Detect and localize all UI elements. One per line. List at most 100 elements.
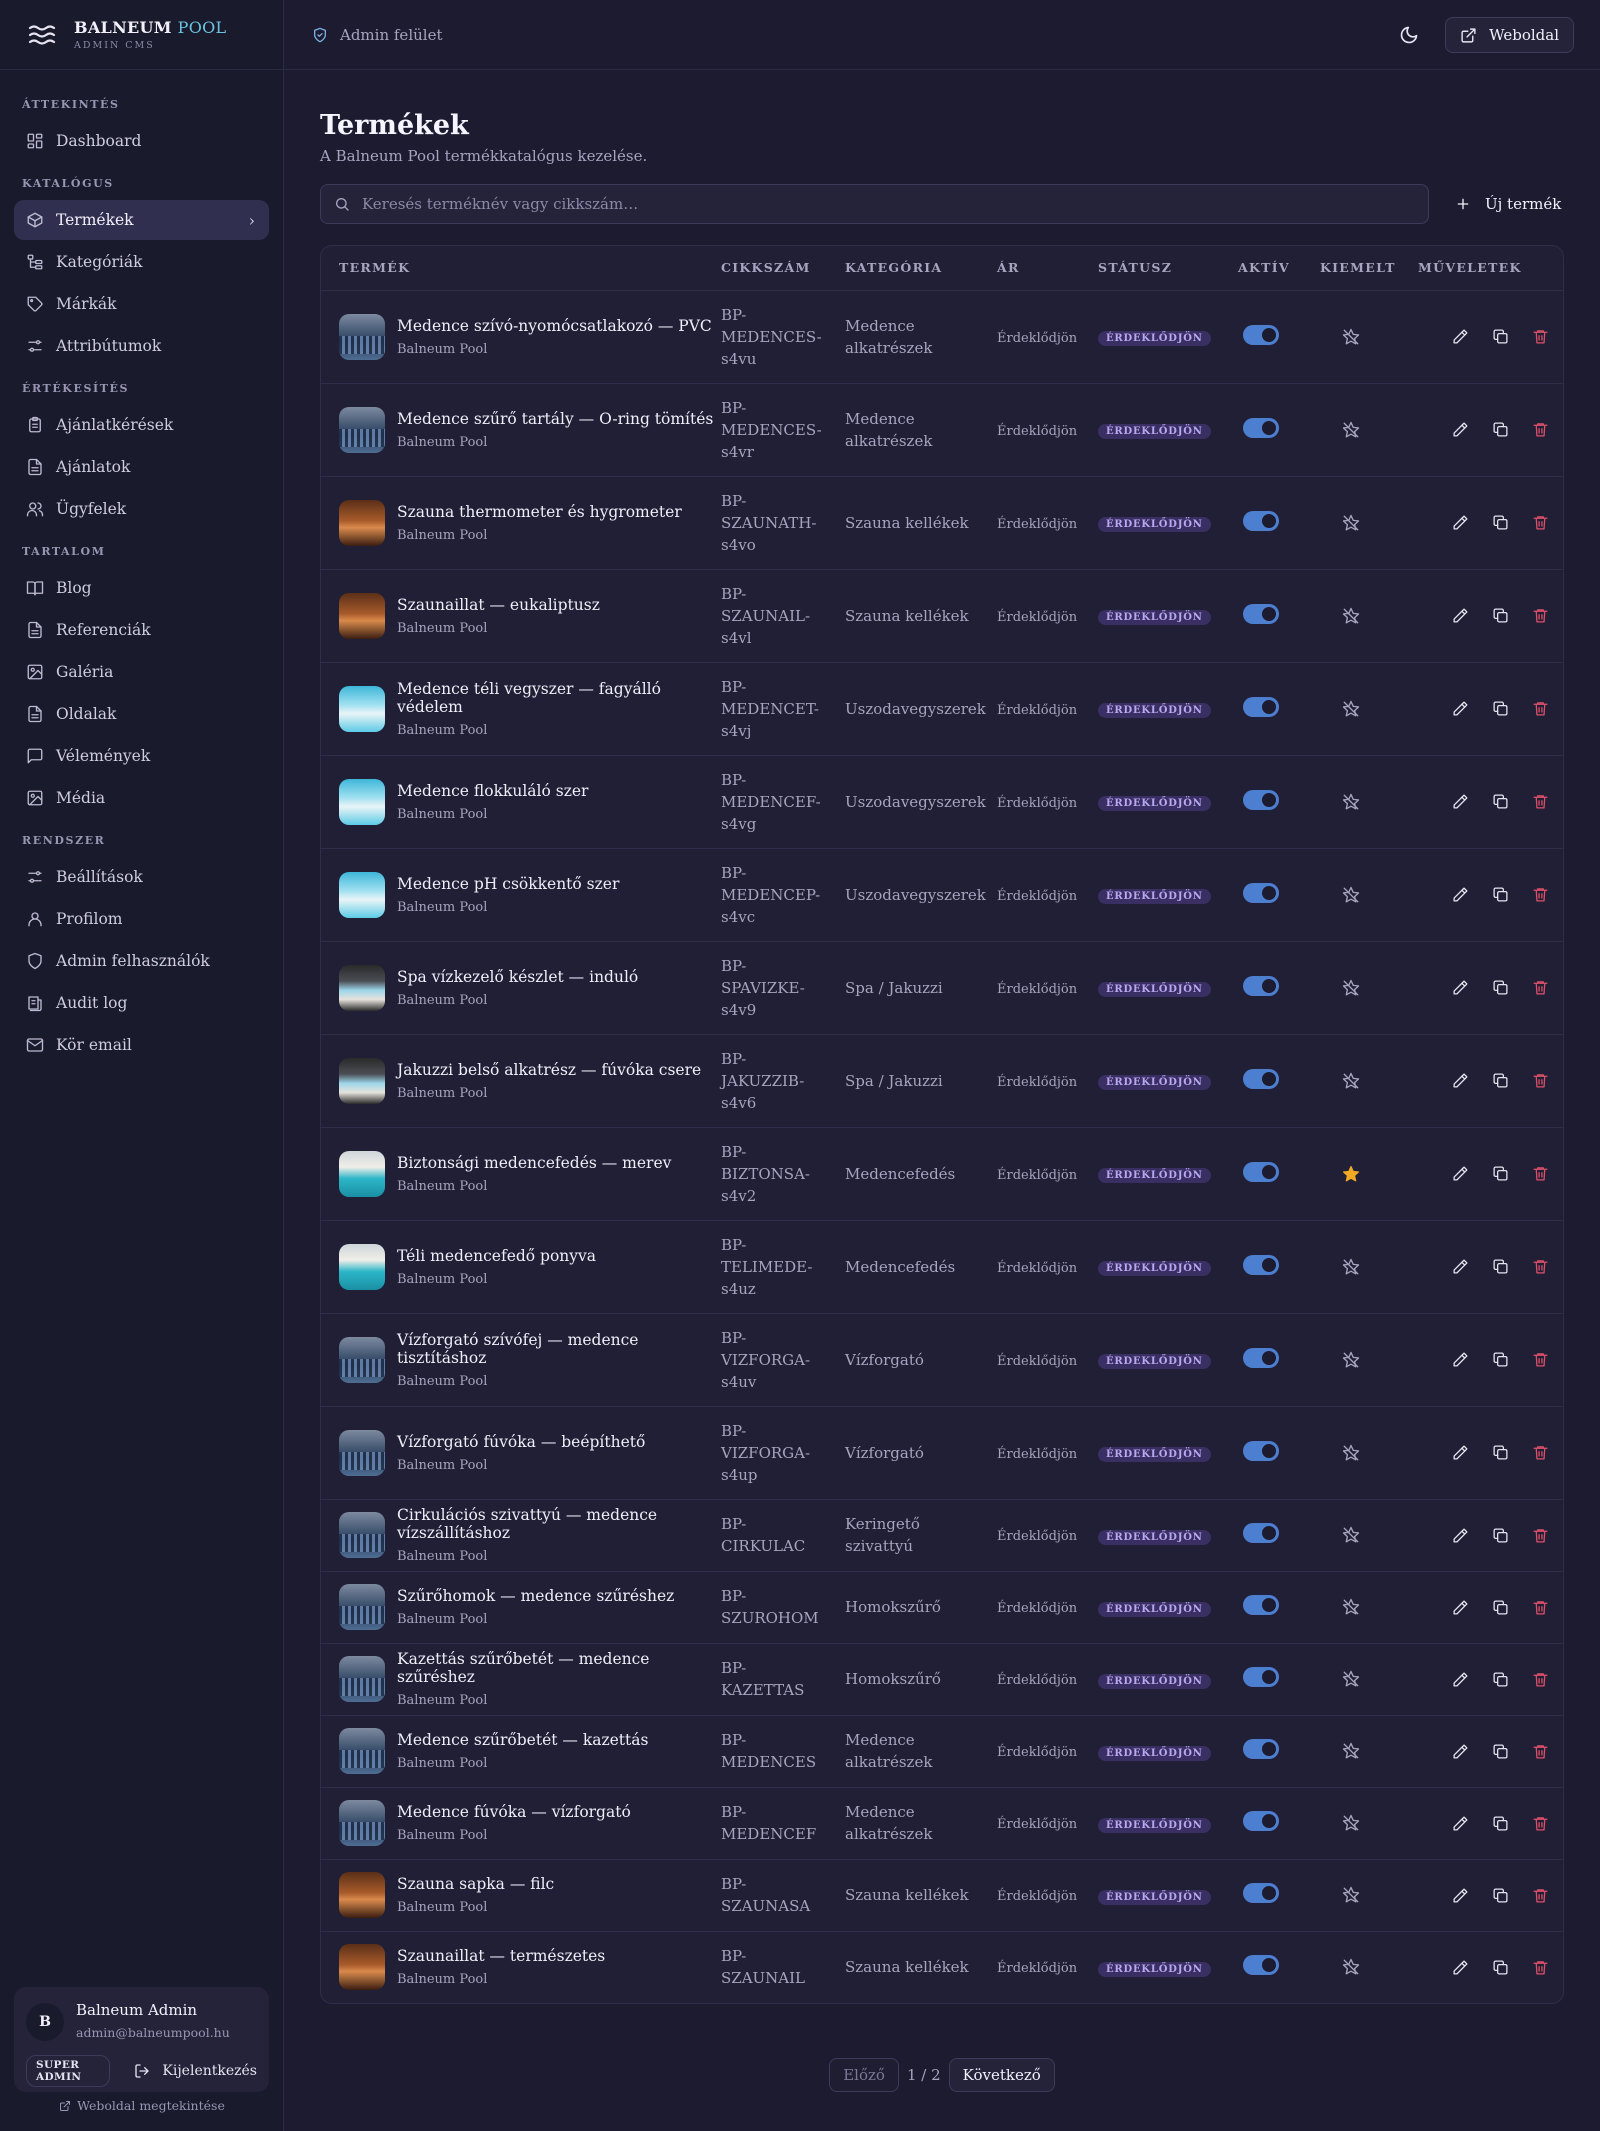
featured-toggle[interactable]	[1320, 1886, 1418, 1904]
product-name[interactable]: Medence flokkuláló szer	[397, 782, 588, 800]
next-page-button[interactable]: Következő	[948, 2058, 1055, 2092]
trash-icon[interactable]	[1532, 1527, 1549, 1544]
product-name[interactable]: Szauna thermometer és hygrometer	[397, 503, 682, 521]
active-toggle[interactable]	[1243, 603, 1279, 624]
table-row[interactable]: Medence pH csökkentő szer Balneum Pool B…	[321, 848, 1563, 942]
featured-toggle[interactable]	[1320, 1814, 1418, 1832]
sidebar-item-quotes[interactable]: Ajánlatok	[14, 447, 269, 487]
duplicate-icon[interactable]	[1492, 1072, 1509, 1089]
trash-icon[interactable]	[1532, 1671, 1549, 1688]
column-header-featured[interactable]: KIEMELT	[1320, 246, 1418, 291]
edit-icon[interactable]	[1452, 793, 1469, 810]
sidebar-item-media[interactable]: Média	[14, 778, 269, 818]
edit-icon[interactable]	[1452, 1351, 1469, 1368]
column-header-status[interactable]: STÁTUSZ	[1098, 246, 1238, 291]
trash-icon[interactable]	[1532, 793, 1549, 810]
table-row[interactable]: Szaunaillat — természetes Balneum Pool B…	[321, 1931, 1563, 2003]
duplicate-icon[interactable]	[1492, 1351, 1509, 1368]
trash-icon[interactable]	[1532, 421, 1549, 438]
trash-icon[interactable]	[1532, 1599, 1549, 1616]
duplicate-icon[interactable]	[1492, 886, 1509, 903]
featured-toggle[interactable]	[1320, 1670, 1418, 1688]
table-row[interactable]: Medence szűrőbetét — kazettás Balneum Po…	[321, 1715, 1563, 1788]
sidebar-item-audit-log[interactable]: Audit log	[14, 983, 269, 1023]
edit-icon[interactable]	[1452, 1959, 1469, 1976]
table-row[interactable]: Jakuzzi belső alkatrész — fúvóka csere B…	[321, 1034, 1563, 1128]
duplicate-icon[interactable]	[1492, 1743, 1509, 1760]
trash-icon[interactable]	[1532, 607, 1549, 624]
featured-toggle[interactable]	[1320, 793, 1418, 811]
active-toggle[interactable]	[1243, 1523, 1279, 1543]
edit-icon[interactable]	[1452, 1527, 1469, 1544]
table-row[interactable]: Vízforgató fúvóka — beépíthető Balneum P…	[321, 1406, 1563, 1500]
column-header-active[interactable]: AKTÍV	[1238, 246, 1320, 291]
sidebar-item-reviews[interactable]: Vélemények	[14, 736, 269, 776]
featured-toggle[interactable]	[1320, 1258, 1418, 1276]
featured-toggle[interactable]	[1320, 886, 1418, 904]
new-product-button[interactable]: Új termék	[1455, 195, 1561, 213]
featured-toggle[interactable]	[1320, 1444, 1418, 1462]
edit-icon[interactable]	[1452, 514, 1469, 531]
product-name[interactable]: Medence szűrő tartály — O-ring tömítés	[397, 410, 713, 428]
product-name[interactable]: Szűrőhomok — medence szűréshez	[397, 1587, 674, 1605]
search-box[interactable]	[320, 184, 1429, 224]
product-name[interactable]: Medence szűrőbetét — kazettás	[397, 1731, 648, 1749]
featured-toggle[interactable]	[1320, 1958, 1418, 1976]
trash-icon[interactable]	[1532, 1743, 1549, 1760]
edit-icon[interactable]	[1452, 1887, 1469, 1904]
trash-icon[interactable]	[1532, 1072, 1549, 1089]
active-toggle[interactable]	[1243, 1068, 1279, 1089]
column-header-product[interactable]: TERMÉK	[321, 246, 721, 291]
duplicate-icon[interactable]	[1492, 514, 1509, 531]
table-row[interactable]: Szauna thermometer és hygrometer Balneum…	[321, 476, 1563, 570]
active-toggle[interactable]	[1243, 1347, 1279, 1368]
trash-icon[interactable]	[1532, 1165, 1549, 1182]
duplicate-icon[interactable]	[1492, 1258, 1509, 1275]
table-row[interactable]: Szűrőhomok — medence szűréshez Balneum P…	[321, 1571, 1563, 1644]
active-toggle[interactable]	[1243, 975, 1279, 996]
active-toggle[interactable]	[1243, 789, 1279, 810]
moon-icon[interactable]	[1399, 25, 1419, 45]
sidebar-item-pages[interactable]: Oldalak	[14, 694, 269, 734]
trash-icon[interactable]	[1532, 1258, 1549, 1275]
table-row[interactable]: Téli medencefedő ponyva Balneum Pool BP-…	[321, 1220, 1563, 1314]
product-name[interactable]: Cirkulációs szivattyú — medence vízszáll…	[397, 1506, 721, 1542]
trash-icon[interactable]	[1532, 328, 1549, 345]
trash-icon[interactable]	[1532, 1444, 1549, 1461]
table-row[interactable]: Medence flokkuláló szer Balneum Pool BP-…	[321, 755, 1563, 849]
duplicate-icon[interactable]	[1492, 1527, 1509, 1544]
table-row[interactable]: Medence téli vegyszer — fagyálló védelem…	[321, 662, 1563, 756]
sidebar-item-admin-users[interactable]: Admin felhasználók	[14, 941, 269, 981]
featured-toggle[interactable]	[1320, 421, 1418, 439]
featured-toggle[interactable]	[1320, 328, 1418, 346]
website-button[interactable]: Weboldal	[1445, 17, 1574, 53]
sidebar-item-settings[interactable]: Beállítások	[14, 857, 269, 897]
table-row[interactable]: Vízforgató szívófej — medence tisztításh…	[321, 1313, 1563, 1407]
featured-toggle[interactable]	[1320, 1742, 1418, 1760]
product-name[interactable]: Szaunaillat — eukaliptusz	[397, 596, 600, 614]
duplicate-icon[interactable]	[1492, 1599, 1509, 1616]
product-name[interactable]: Vízforgató fúvóka — beépíthető	[397, 1433, 645, 1451]
trash-icon[interactable]	[1532, 979, 1549, 996]
trash-icon[interactable]	[1532, 1887, 1549, 1904]
sidebar-item-profile[interactable]: Profilom	[14, 899, 269, 939]
table-row[interactable]: Szaunaillat — eukaliptusz Balneum Pool B…	[321, 569, 1563, 663]
sidebar-item-quote-requests[interactable]: Ajánlatkérések	[14, 405, 269, 445]
duplicate-icon[interactable]	[1492, 1671, 1509, 1688]
brand[interactable]: BALNEUM POOL ADMIN CMS	[0, 0, 283, 70]
edit-icon[interactable]	[1452, 607, 1469, 624]
sidebar-item-mass-email[interactable]: Kör email	[14, 1025, 269, 1065]
table-row[interactable]: Medence fúvóka — vízforgató Balneum Pool…	[321, 1787, 1563, 1860]
featured-toggle[interactable]	[1320, 1072, 1418, 1090]
active-toggle[interactable]	[1243, 324, 1279, 345]
duplicate-icon[interactable]	[1492, 793, 1509, 810]
sidebar-item-references[interactable]: Referenciák	[14, 610, 269, 650]
search-input[interactable]	[362, 195, 1362, 213]
sidebar-item-attributes[interactable]: Attribútumok	[14, 326, 269, 366]
previous-page-button[interactable]: Előző	[829, 2058, 899, 2092]
trash-icon[interactable]	[1532, 1815, 1549, 1832]
featured-toggle[interactable]	[1320, 1598, 1418, 1616]
sidebar-item-dashboard[interactable]: Dashboard	[14, 121, 269, 161]
trash-icon[interactable]	[1532, 1959, 1549, 1976]
view-site-link[interactable]: Weboldal megtekintése	[0, 2098, 284, 2113]
